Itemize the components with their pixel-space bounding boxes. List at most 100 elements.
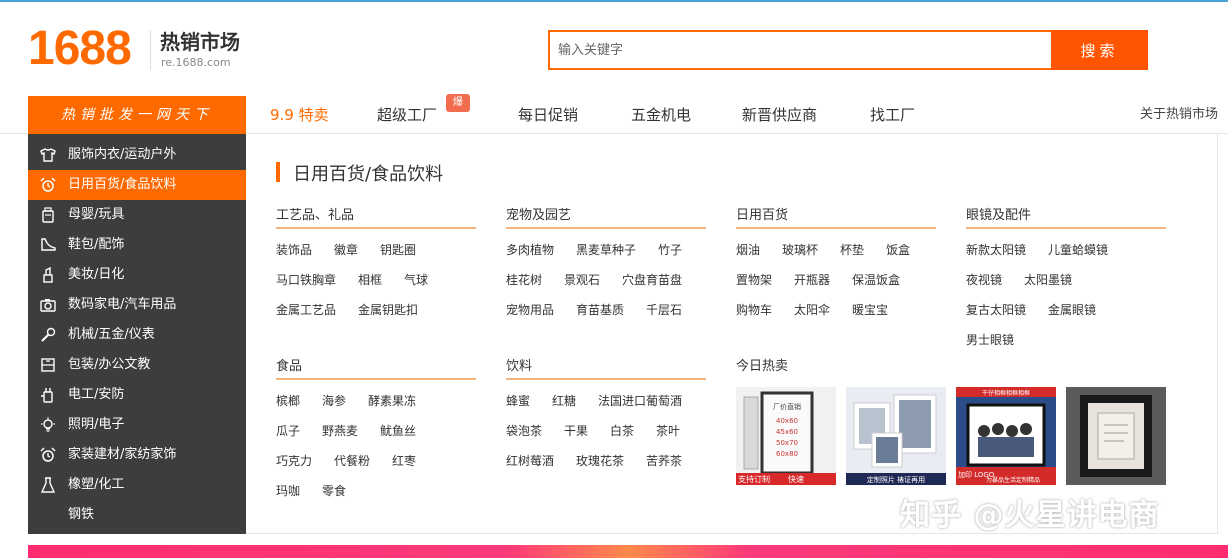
search-input[interactable]	[548, 30, 1051, 70]
link-item[interactable]: 烟油	[736, 235, 760, 265]
link-item[interactable]: 竹子	[658, 235, 682, 265]
link-item[interactable]: 金属工艺品	[276, 295, 336, 325]
link-item[interactable]: 零食	[322, 476, 346, 506]
link-item[interactable]: 新款太阳镜	[966, 235, 1026, 265]
link-item[interactable]: 相框	[358, 265, 382, 295]
sidebar-item-baby-toys[interactable]: 母婴/玩具	[28, 200, 246, 230]
link-item[interactable]: 白茶	[610, 416, 634, 446]
link-item[interactable]: 多肉植物	[506, 235, 554, 265]
link-item[interactable]: 玛咖	[276, 476, 300, 506]
link-item[interactable]: 太阳墨镜	[1024, 265, 1072, 295]
link-item[interactable]: 饭盒	[886, 235, 910, 265]
link-item[interactable]: 购物车	[736, 295, 772, 325]
sidebar-item-packaging[interactable]: 包装/办公文教	[28, 350, 246, 380]
group-crafts-gifts: 工艺品、礼品 装饰品 徽章 钥匙圈马口铁胸章 相框 气球金属工艺品 金属钥匙扣	[276, 203, 476, 325]
nav-item-9.9-sale[interactable]: 9.9 特卖	[270, 96, 329, 134]
link-item[interactable]: 气球	[404, 265, 428, 295]
link-item[interactable]: 装饰品	[276, 235, 312, 265]
link-item[interactable]: 茶叶	[656, 416, 680, 446]
link-item[interactable]: 男士眼镜	[966, 325, 1014, 355]
link-item[interactable]: 保温饭盒	[852, 265, 900, 295]
sidebar-item-machinery[interactable]: 机械/五金/仪表	[28, 320, 246, 350]
link-item[interactable]: 景观石	[564, 265, 600, 295]
link-item[interactable]: 野燕麦	[322, 416, 358, 446]
link-item[interactable]: 夜视镜	[966, 265, 1002, 295]
sidebar-item-apparel[interactable]: 服饰内衣/运动户外	[28, 140, 246, 170]
link-item[interactable]: 玫瑰花茶	[576, 446, 624, 476]
sidebar-item-steel[interactable]: 钢铁	[28, 500, 246, 530]
group-title[interactable]: 食品	[276, 354, 476, 380]
search-button[interactable]: 搜索	[1051, 30, 1148, 70]
brand-title[interactable]: 热销市场	[160, 26, 240, 55]
link-item[interactable]: 宠物用品	[506, 295, 554, 325]
sidebar-item-lighting[interactable]: 照明/电子	[28, 410, 246, 440]
link-item[interactable]: 海参	[322, 386, 346, 416]
sidebar-item-label: 日用百货/食品饮料	[68, 177, 177, 192]
link-item[interactable]: 巧克力	[276, 446, 312, 476]
nav-item-daily-promo[interactable]: 每日促销	[518, 96, 578, 134]
link-item[interactable]: 开瓶器	[794, 265, 830, 295]
sidebar-item-label: 包装/办公文教	[68, 357, 151, 372]
group-title[interactable]: 日用百货	[736, 203, 936, 229]
link-item[interactable]: 袋泡茶	[506, 416, 542, 446]
nav-item-super-factory[interactable]: 超级工厂	[377, 96, 437, 134]
link-item[interactable]: 千层石	[646, 295, 682, 325]
group-pets-gardening: 宠物及园艺 多肉植物 黑麦草种子 竹子桂花树 景观石 穴盘育苗盘宠物用品 育苗基质 千层石	[506, 203, 706, 325]
sidebar-item-electrical[interactable]: 电工/安防	[28, 380, 246, 410]
sidebar-item-beauty[interactable]: 美妆/日化	[28, 260, 246, 290]
hot-product-4[interactable]	[1066, 387, 1166, 485]
link-item[interactable]: 干果	[564, 416, 588, 446]
link-item[interactable]: 苦荞茶	[646, 446, 682, 476]
link-item[interactable]: 鱿鱼丝	[380, 416, 416, 446]
sidebar-item-shoes-bags[interactable]: 鞋包/配饰	[28, 230, 246, 260]
link-item[interactable]: 太阳伞	[794, 295, 830, 325]
link-item[interactable]: 红枣	[392, 446, 416, 476]
link-item[interactable]: 槟榔	[276, 386, 300, 416]
sidebar-item-digital[interactable]: 数码家电/汽车用品	[28, 290, 246, 320]
nav-item-new-suppliers[interactable]: 新晋供应商	[742, 96, 817, 134]
sidebar-item-label: 数码家电/汽车用品	[68, 297, 177, 312]
sidebar-item-rubber-chemical[interactable]: 橡塑/化工	[28, 470, 246, 500]
link-item[interactable]: 复古太阳镜	[966, 295, 1026, 325]
link-item[interactable]: 红树莓酒	[506, 446, 554, 476]
link-item[interactable]: 暖宝宝	[852, 295, 888, 325]
hot-title: 今日热卖	[736, 359, 789, 374]
nav-item-find-factory[interactable]: 找工厂	[870, 96, 915, 134]
link-item[interactable]: 杯垫	[840, 235, 864, 265]
group-links: 槟榔 海参 酵素果冻瓜子 野燕麦 鱿鱼丝巧克力 代餐粉 红枣玛咖 零食	[276, 386, 476, 506]
link-item[interactable]: 儿童蛤蟆镜	[1048, 235, 1108, 265]
hot-product-2[interactable]: 定制照片 裱证再用	[846, 387, 946, 485]
lipstick-icon	[43, 267, 53, 283]
watermark: 知乎 @火星讲电商	[900, 498, 1160, 533]
link-item[interactable]: 瓜子	[276, 416, 300, 446]
group-title[interactable]: 工艺品、礼品	[276, 203, 476, 229]
link-item[interactable]: 徽章	[334, 235, 358, 265]
link-item[interactable]: 马口铁胸章	[276, 265, 336, 295]
link-item[interactable]: 钥匙圈	[380, 235, 416, 265]
group-title[interactable]: 宠物及园艺	[506, 203, 706, 229]
nav-about-link[interactable]: 关于热销市场	[1140, 96, 1218, 134]
group-title[interactable]: 饮料	[506, 354, 706, 380]
link-item[interactable]: 玻璃杯	[782, 235, 818, 265]
site-logo[interactable]: 1688	[28, 24, 132, 74]
link-item[interactable]: 穴盘育苗盘	[622, 265, 682, 295]
link-item[interactable]: 蜂蜜	[506, 386, 530, 416]
promo-banner[interactable]	[28, 545, 1228, 558]
link-item[interactable]: 桂花树	[506, 265, 542, 295]
link-item[interactable]: 法国进口葡萄酒	[598, 386, 682, 416]
link-item[interactable]: 代餐粉	[334, 446, 370, 476]
link-item[interactable]: 黑麦草种子	[576, 235, 636, 265]
link-item[interactable]: 金属钥匙扣	[358, 295, 418, 325]
shoe-icon	[41, 238, 56, 251]
link-item[interactable]: 酵素果冻	[368, 386, 416, 416]
link-item[interactable]: 红糖	[552, 386, 576, 416]
hot-product-3[interactable]: 干仔相框相框相框 加印 LOGO 为暴品生活定制精品	[956, 387, 1056, 485]
link-item[interactable]: 育苗基质	[576, 295, 624, 325]
sidebar-item-home-building[interactable]: 家装建材/家纺家饰	[28, 440, 246, 470]
hot-product-1[interactable]: 厂价直销 40x60 45x60 50x70 60x80 支持订制 快速	[736, 387, 836, 485]
sidebar-item-daily-goods[interactable]: 日用百货/食品饮料	[28, 170, 246, 200]
group-title[interactable]: 眼镜及配件	[966, 203, 1166, 229]
link-item[interactable]: 置物架	[736, 265, 772, 295]
link-item[interactable]: 金属眼镜	[1048, 295, 1096, 325]
nav-item-hardware[interactable]: 五金机电	[631, 96, 691, 134]
